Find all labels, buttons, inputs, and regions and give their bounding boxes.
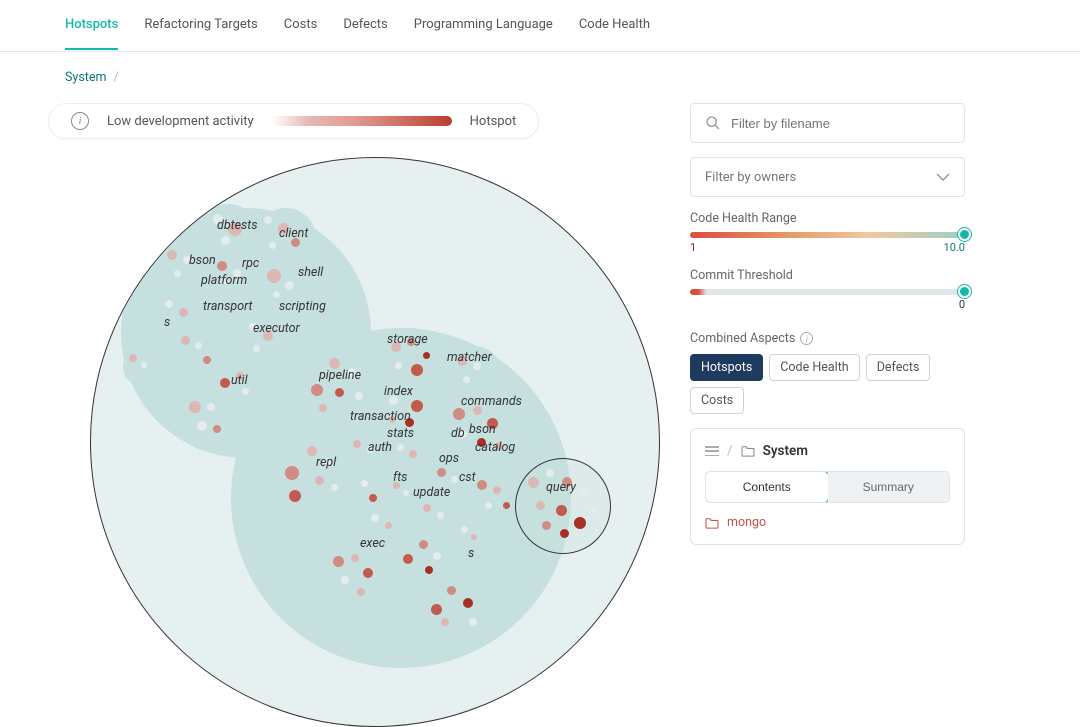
breadcrumb-separator: / — [114, 70, 119, 85]
code-health-range-track[interactable] — [690, 232, 965, 238]
folder-icon — [741, 445, 755, 457]
folder-icon — [705, 517, 719, 529]
legend-high-label: Hotspot — [470, 114, 517, 129]
segment-contents[interactable]: Contents — [705, 471, 829, 503]
code-health-min: 1 — [690, 241, 696, 254]
search-icon — [705, 115, 721, 131]
filename-filter-input[interactable] — [731, 116, 950, 131]
segment-summary[interactable]: Summary — [828, 472, 950, 502]
tab-defects[interactable]: Defects — [343, 17, 387, 50]
commit-threshold-track[interactable] — [690, 289, 965, 295]
owners-filter-placeholder: Filter by owners — [705, 170, 796, 185]
tab-costs[interactable]: Costs — [284, 17, 318, 50]
legend-low-label: Low development activity — [107, 114, 254, 129]
chevron-down-icon — [936, 173, 950, 181]
code-health-range-label: Code Health Range — [690, 211, 965, 226]
hotspot-visualization[interactable]: dbtests client bson rpc platform shell t… — [30, 147, 630, 667]
aspect-chip-costs[interactable]: Costs — [690, 387, 744, 414]
path-separator: / — [727, 443, 733, 459]
breadcrumb: System / — [0, 52, 1080, 103]
aspect-chip-hotspots[interactable]: Hotspots — [690, 354, 763, 381]
code-health-max: 10.0 — [944, 241, 965, 254]
list-icon[interactable] — [705, 446, 719, 456]
folder-item-label: mongo — [727, 515, 766, 530]
commit-threshold-label: Commit Threshold — [690, 268, 965, 283]
info-icon[interactable]: i — [71, 112, 89, 130]
aspect-chip-defects[interactable]: Defects — [866, 354, 931, 381]
tab-programming-language[interactable]: Programming Language — [414, 17, 553, 50]
combined-aspects-label: Combined Aspects i — [690, 331, 965, 346]
panel-segment-control: Contents Summary — [705, 471, 950, 503]
commit-threshold-value: 0 — [959, 298, 965, 311]
filename-filter[interactable] — [690, 103, 965, 143]
legend-gradient — [272, 116, 452, 126]
breadcrumb-root[interactable]: System — [65, 70, 106, 85]
owners-filter[interactable]: Filter by owners — [690, 157, 965, 197]
commit-threshold-slider[interactable]: Commit Threshold 0 — [690, 268, 965, 311]
code-health-range-slider[interactable]: Code Health Range 1 10.0 — [690, 211, 965, 254]
info-icon[interactable]: i — [800, 332, 813, 345]
slider-handle[interactable] — [958, 285, 971, 298]
tab-code-health[interactable]: Code Health — [579, 17, 650, 50]
slider-handle[interactable] — [958, 228, 971, 241]
details-panel: / System Contents Summary mongo — [690, 428, 965, 545]
tab-refactoring-targets[interactable]: Refactoring Targets — [144, 17, 257, 50]
panel-title: System — [763, 443, 808, 459]
top-tabs: Hotspots Refactoring Targets Costs Defec… — [0, 0, 1080, 52]
activity-legend: i Low development activity Hotspot — [48, 103, 539, 139]
aspect-chip-code-health[interactable]: Code Health — [769, 354, 859, 381]
folder-item-mongo[interactable]: mongo — [705, 515, 950, 530]
tab-hotspots[interactable]: Hotspots — [65, 17, 118, 50]
